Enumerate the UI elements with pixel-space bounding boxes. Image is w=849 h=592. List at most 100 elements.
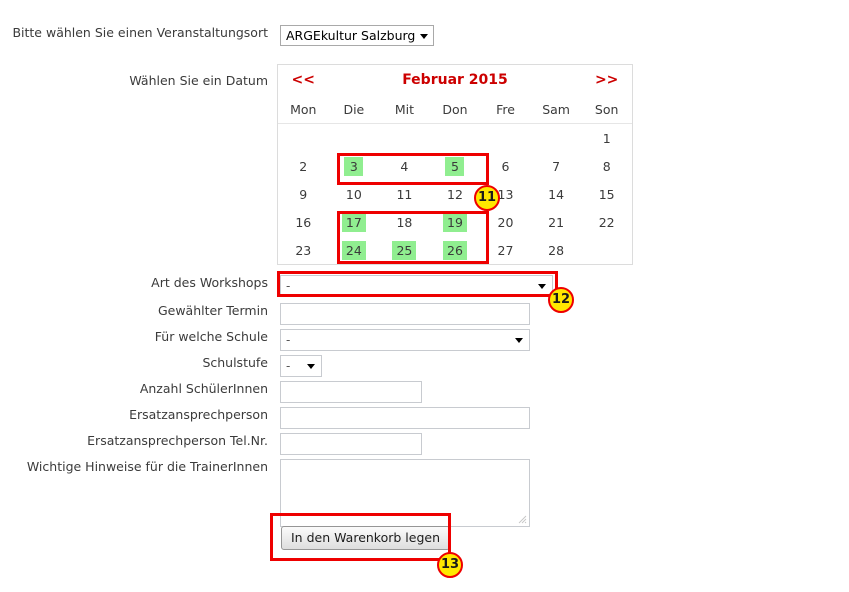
dayname-don: Don xyxy=(429,95,481,124)
calendar-week-row: 2 3 4 5 6 7 8 xyxy=(278,152,632,180)
trainer-notes-label: Wichtige Hinweise für die TrainerInnen xyxy=(26,459,268,474)
calendar-day-cell[interactable]: 3 xyxy=(329,152,380,180)
calendar-day-available[interactable]: 3 xyxy=(344,156,364,176)
calendar-day-cell[interactable]: 7 xyxy=(531,152,582,180)
calendar-day-cell[interactable]: 23 xyxy=(278,236,329,264)
calendar-day-label: 9 xyxy=(299,186,308,202)
calendar-day-cell[interactable]: 19 xyxy=(430,208,481,236)
calendar-day-label: 1 xyxy=(602,130,611,146)
calendar-day-available[interactable]: 19 xyxy=(443,212,467,232)
calendar-day-label: 15 xyxy=(598,186,615,202)
backup-contact-input[interactable] xyxy=(280,407,530,429)
calendar-day-available[interactable]: 26 xyxy=(443,240,467,260)
calendar-day-cell[interactable]: 21 xyxy=(531,208,582,236)
backup-contact-phone-input[interactable] xyxy=(280,433,422,455)
chevron-down-icon xyxy=(307,364,315,369)
calendar-week-row: 1 xyxy=(278,124,632,153)
calendar-day-label: 28 xyxy=(548,242,565,258)
calendar-day-cell[interactable]: 26 xyxy=(430,236,481,264)
calendar-day-available[interactable]: 24 xyxy=(341,240,366,260)
calendar-day-cell[interactable]: 1 xyxy=(581,124,632,153)
calendar-empty-cell xyxy=(581,236,632,264)
venue-label: Bitte wählen Sie einen Veranstaltungsort xyxy=(12,25,268,40)
calendar-day-cell[interactable]: 24 xyxy=(329,236,380,264)
calendar-day-cell[interactable]: 17 xyxy=(329,208,380,236)
calendar-day-cell[interactable]: 9 xyxy=(278,180,329,208)
chevron-down-icon xyxy=(538,284,546,289)
calendar-day-cell[interactable]: 5 xyxy=(430,152,481,180)
student-count-input[interactable] xyxy=(280,381,422,403)
calendar-title: Februar 2015 xyxy=(402,72,508,88)
dayname-son: Son xyxy=(581,95,632,124)
calendar-day-cell[interactable]: 4 xyxy=(379,152,430,180)
calendar-prev-button[interactable]: << xyxy=(278,65,329,95)
calendar-week-row: 9 10 11 12 13 14 15 xyxy=(278,180,632,208)
date-picker-label: Wählen Sie ein Datum xyxy=(129,73,268,88)
calendar-day-cell[interactable]: 27 xyxy=(480,236,531,264)
chosen-date-label: Gewählter Termin xyxy=(157,303,268,318)
calendar-day-cell[interactable]: 6 xyxy=(480,152,531,180)
calendar-day-cell[interactable]: 20 xyxy=(480,208,531,236)
calendar-day-label: 14 xyxy=(548,186,565,202)
annotation-badge-12: 12 xyxy=(548,287,574,313)
calendar-day-label: 27 xyxy=(497,242,514,258)
school-select[interactable]: - xyxy=(280,329,530,351)
calendar-day-cell[interactable]: 8 xyxy=(581,152,632,180)
workshop-type-field: - xyxy=(280,275,553,297)
calendar-day-label: 8 xyxy=(602,158,611,174)
calendar-next-button[interactable]: >> xyxy=(581,65,632,95)
student-count-label: Anzahl SchülerInnen xyxy=(139,381,268,396)
calendar-day-cell[interactable]: 28 xyxy=(531,236,582,264)
chevron-down-icon xyxy=(515,338,523,343)
school-level-label: Schulstufe xyxy=(202,355,268,370)
calendar-day-cell[interactable]: 18 xyxy=(379,208,430,236)
calendar-day-available[interactable]: 5 xyxy=(445,156,465,176)
calendar-day-cell[interactable]: 14 xyxy=(531,180,582,208)
chosen-date-field xyxy=(280,303,530,328)
calendar-day-label: 20 xyxy=(497,214,514,230)
calendar-day-label: 22 xyxy=(598,214,615,230)
school-level-select[interactable]: - xyxy=(280,355,322,377)
venue-row: Bitte wählen Sie einen Veranstaltungsort… xyxy=(0,25,849,46)
calendar-day-label: 7 xyxy=(552,158,561,174)
calendar-day-available[interactable]: 25 xyxy=(392,240,417,260)
calendar-day-cell[interactable]: 2 xyxy=(278,152,329,180)
backup-contact-phone-field xyxy=(280,433,422,458)
backup-contact-phone-label: Ersatzansprechperson Tel.Nr. xyxy=(87,433,268,448)
calendar-empty-cell xyxy=(278,124,329,153)
resize-grip-icon[interactable] xyxy=(518,515,527,524)
school-field: - xyxy=(280,329,530,351)
trainer-notes-textarea[interactable] xyxy=(280,459,530,527)
calendar-day-label: 11 xyxy=(396,186,413,202)
school-level-value: - xyxy=(286,359,291,373)
calendar-day-cell[interactable]: 10 xyxy=(329,180,380,208)
trainer-notes-field xyxy=(280,459,530,527)
calendar-day-cell[interactable]: 11 xyxy=(379,180,430,208)
backup-contact-field xyxy=(280,407,530,432)
workshop-type-value: - xyxy=(286,279,291,293)
dayname-die: Die xyxy=(328,95,380,124)
calendar-day-cell[interactable]: 22 xyxy=(581,208,632,236)
calendar-day-cell[interactable]: 12 xyxy=(430,180,481,208)
annotation-badge-11: 11 xyxy=(474,185,500,211)
student-count-field xyxy=(280,381,422,406)
calendar-day-cell[interactable]: 25 xyxy=(379,236,430,264)
school-row: Für welche Schule - xyxy=(0,329,849,351)
calendar-day-available[interactable]: 17 xyxy=(341,212,366,232)
calendar-day-cell[interactable]: 15 xyxy=(581,180,632,208)
calendar-empty-cell xyxy=(379,124,430,153)
calendar-widget[interactable]: << Februar 2015 >> Mon Die Mit Don Fre S… xyxy=(277,64,633,265)
annotation-badge-13: 13 xyxy=(437,552,463,578)
calendar-day-label: 16 xyxy=(295,214,312,230)
calendar-empty-cell xyxy=(329,124,380,153)
calendar-week-row: 23 24 25 26 27 28 xyxy=(278,236,632,264)
submit-button-wrap: In den Warenkorb legen xyxy=(281,526,450,550)
school-select-value: - xyxy=(286,333,291,347)
add-to-cart-button[interactable]: In den Warenkorb legen xyxy=(281,526,450,550)
chosen-date-input[interactable] xyxy=(280,303,530,325)
calendar-day-cell[interactable]: 16 xyxy=(278,208,329,236)
workshop-type-select[interactable]: - xyxy=(280,275,553,297)
trainer-notes-row: Wichtige Hinweise für die TrainerInnen xyxy=(0,459,849,527)
workshop-type-label: Art des Workshops xyxy=(151,275,268,290)
venue-select[interactable]: ARGEkultur Salzburg xyxy=(280,25,435,46)
